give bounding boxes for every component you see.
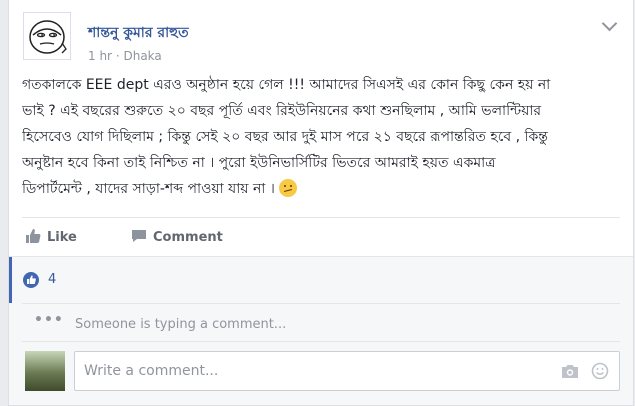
confused-face-icon bbox=[278, 179, 297, 197]
post-location[interactable]: Dhaka bbox=[123, 49, 161, 63]
like-reaction-icon[interactable] bbox=[23, 272, 39, 288]
post-text-line-last: ডিপার্টমেন্ট , যাদের সাড়া-শব্দ পাওয়া য… bbox=[22, 176, 622, 202]
like-count[interactable]: 4 bbox=[48, 272, 56, 288]
divider bbox=[22, 341, 620, 342]
post-text-line: ভাই ? এই বছরের শুরুতে ২০ বছর পূর্তি এবং … bbox=[22, 103, 542, 119]
camera-icon[interactable] bbox=[561, 363, 579, 383]
meta-separator: · bbox=[115, 49, 120, 63]
focus-accent-bar bbox=[9, 257, 12, 303]
post-text-line: গতকালকে EEE dept এরও অনুষ্ঠান হয়ে গেল !… bbox=[22, 77, 551, 93]
like-label: Like bbox=[47, 230, 77, 245]
typing-indicator: Someone is typing a comment... bbox=[75, 317, 287, 332]
current-user-avatar[interactable] bbox=[25, 351, 65, 391]
comment-label: Comment bbox=[153, 230, 223, 245]
divider bbox=[22, 303, 620, 304]
thumbs-up-icon bbox=[25, 228, 41, 250]
comment-button[interactable]: Comment bbox=[131, 228, 223, 250]
comment-placeholder: Write a comment... bbox=[84, 363, 219, 379]
chevron-down-icon[interactable] bbox=[601, 15, 618, 32]
comment-bubble-icon bbox=[131, 228, 147, 250]
post-meta: 1 hr · Dhaka bbox=[88, 49, 162, 63]
post-time[interactable]: 1 hr bbox=[88, 49, 112, 63]
post-text: গতকালকে EEE dept এরও অনুষ্ঠান হয়ে গেল !… bbox=[22, 72, 622, 202]
post-text-line: হিসেবেও যোগ দিছিলাম ; কিন্তু সেই ২০ বছর … bbox=[22, 129, 548, 145]
feedback-section: 4 ••• Someone is typing a comment... Wri… bbox=[9, 256, 633, 405]
divider bbox=[22, 217, 620, 218]
post-text-line: ডিপার্টমেন্ট , যাদের সাড়া-শব্দ পাওয়া য… bbox=[22, 181, 275, 197]
post-card: শান্তনু কুমার রাহুত 1 hr · Dhaka গতকালকে… bbox=[8, 0, 634, 406]
comment-input[interactable]: Write a comment... bbox=[74, 351, 620, 391]
post-text-line: অনুষ্টান হবে কিনা তাই নিশ্চিত না । পুরো … bbox=[22, 155, 496, 171]
avatar[interactable] bbox=[23, 12, 71, 60]
meme-face-avatar-icon bbox=[29, 20, 67, 54]
typing-dots-icon: ••• bbox=[34, 312, 64, 328]
like-button[interactable]: Like bbox=[25, 228, 77, 250]
post-author[interactable]: শান্তনু কুমার রাহুত bbox=[88, 21, 189, 45]
emoji-smile-icon[interactable] bbox=[591, 362, 609, 384]
